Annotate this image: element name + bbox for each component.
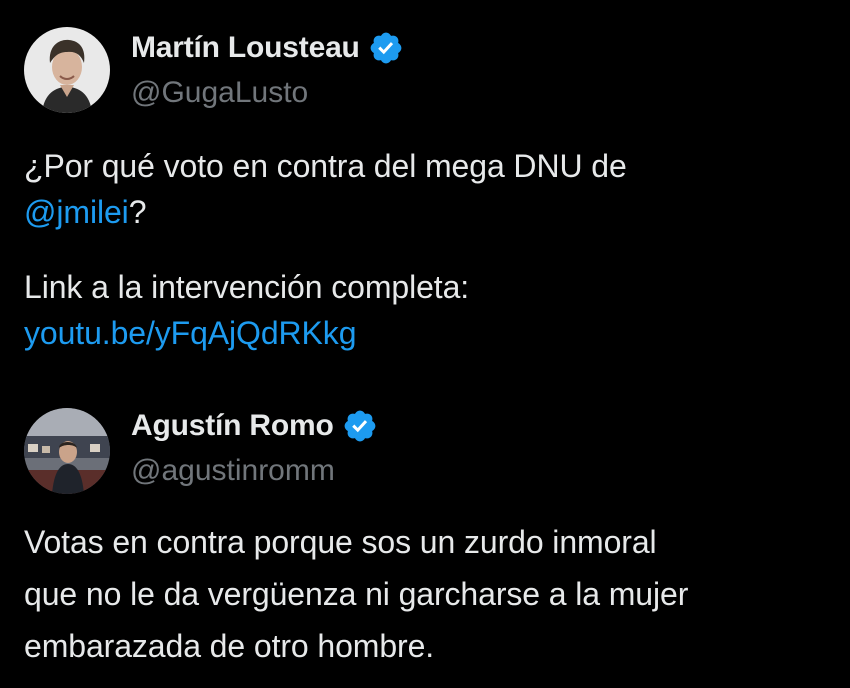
url-link[interactable]: youtu.be/yFqAjQdRKkg <box>24 310 826 356</box>
author-name-row: Agustín Romo <box>131 408 378 444</box>
avatar-image <box>24 408 110 494</box>
text-line: embarazada de otro hombre. <box>24 628 435 664</box>
text-line: Votas en contra porque sos un zurdo inmo… <box>24 524 657 560</box>
author-name[interactable]: Agustín Romo <box>131 409 334 443</box>
text-line: Link a la intervención completa: <box>24 269 470 305</box>
avatar-image <box>24 27 110 113</box>
verified-badge-icon[interactable] <box>342 408 378 444</box>
text-line: ¿Por qué voto en contra del mega DNU de <box>24 148 627 184</box>
tweet-text: Link a la intervención completa: youtu.b… <box>24 264 826 356</box>
author-handle[interactable]: @GugaLusto <box>131 76 308 110</box>
author-name-row: Martín Lousteau <box>131 30 404 66</box>
tweet-header: Martín Lousteau @GugaLusto <box>0 0 850 120</box>
tweet-text: Votas en contra porque sos un zurdo inmo… <box>24 516 826 672</box>
tweet: Martín Lousteau @GugaLusto ¿Por qué voto… <box>0 0 850 351</box>
verified-badge-icon[interactable] <box>368 30 404 66</box>
text-line: @jmilei? <box>24 189 826 235</box>
text-line: que no le da vergüenza ni garcharse a la… <box>24 576 689 612</box>
tweet-text: ¿Por qué voto en contra del mega DNU de … <box>24 143 826 235</box>
avatar[interactable] <box>24 27 110 113</box>
mention-link[interactable]: @jmilei <box>24 194 129 230</box>
tweet-header: Agustín Romo @agustinromm <box>0 388 850 508</box>
text-fragment: ? <box>128 194 147 230</box>
avatar[interactable] <box>24 408 110 494</box>
tweet: Agustín Romo @agustinromm Votas en contr… <box>0 388 850 664</box>
author-name[interactable]: Martín Lousteau <box>131 31 360 65</box>
author-handle[interactable]: @agustinromm <box>131 454 335 488</box>
